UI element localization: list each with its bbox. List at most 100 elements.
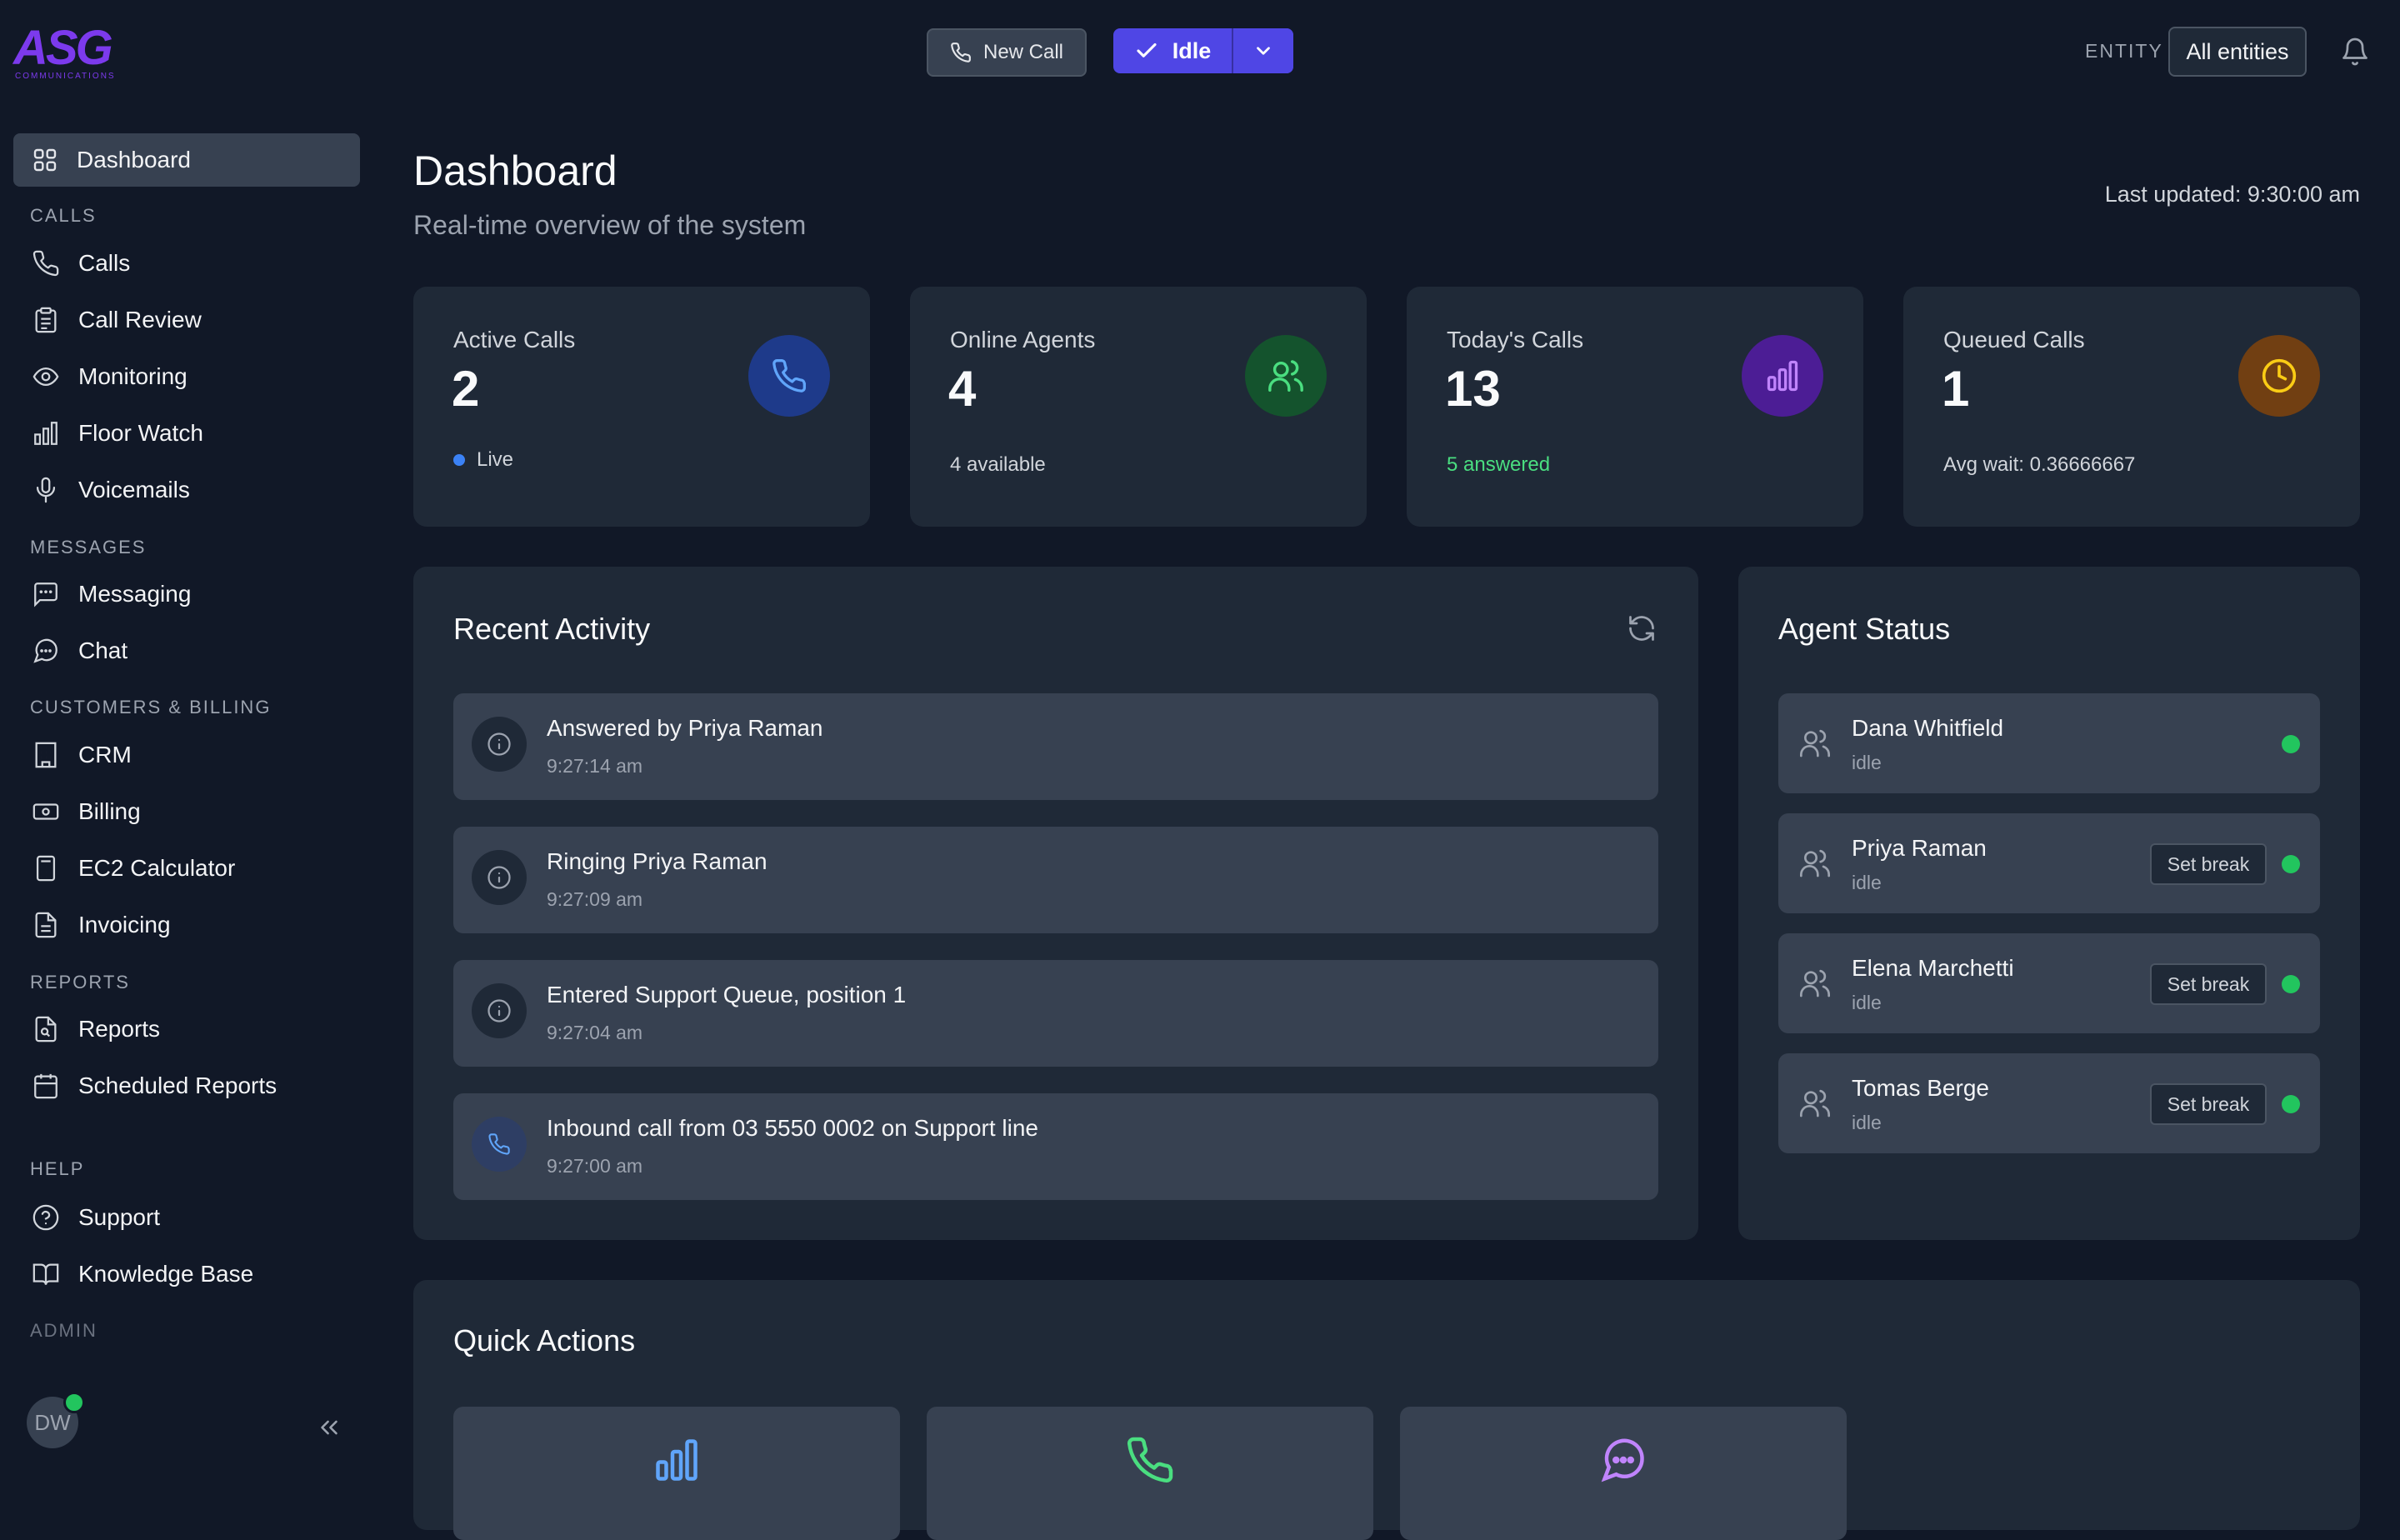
activity-text: Inbound call from 03 5550 0002 on Suppor… bbox=[547, 1115, 1038, 1141]
stat-sub-text: 5 answered bbox=[1447, 453, 1551, 476]
microphone-icon bbox=[32, 476, 60, 504]
phone-icon bbox=[927, 1435, 1373, 1485]
sidebar-item-call-review[interactable]: Call Review bbox=[32, 303, 202, 337]
quick-action-reports[interactable] bbox=[453, 1407, 900, 1540]
sidebar-item-invoicing[interactable]: Invoicing bbox=[32, 908, 171, 942]
sidebar-item-label: EC2 Calculator bbox=[78, 855, 236, 881]
agent-online-dot bbox=[2282, 735, 2300, 753]
set-break-button[interactable]: Set break bbox=[2150, 1083, 2267, 1125]
status-button[interactable]: Idle bbox=[1113, 28, 1232, 73]
info-icon bbox=[472, 717, 527, 772]
book-icon bbox=[32, 1260, 60, 1288]
bar-chart-icon bbox=[32, 419, 60, 448]
entity-select[interactable]: All entities bbox=[2168, 27, 2307, 77]
sidebar-item-label: Dashboard bbox=[77, 147, 191, 172]
sidebar-item-messaging[interactable]: Messaging bbox=[32, 578, 191, 611]
set-break-button[interactable]: Set break bbox=[2150, 963, 2267, 1005]
building-icon bbox=[32, 741, 60, 769]
agent-status-panel: Agent Status Dana Whitfield idle Priya R… bbox=[1738, 567, 2360, 1240]
sidebar-item-reports[interactable]: Reports bbox=[32, 1012, 160, 1046]
stat-sub-text: Avg wait: 0.36666667 bbox=[1943, 453, 2136, 476]
page-title: Dashboard bbox=[413, 148, 618, 194]
sidebar-item-scheduled-reports[interactable]: Scheduled Reports bbox=[32, 1069, 277, 1102]
chat-bubble-icon bbox=[32, 637, 60, 665]
activity-text: Ringing Priya Raman bbox=[547, 848, 768, 874]
phone-icon bbox=[950, 42, 972, 63]
online-status-dot bbox=[63, 1392, 85, 1413]
sidebar-item-label: Voicemails bbox=[78, 477, 190, 502]
quick-actions-title: Quick Actions bbox=[453, 1323, 636, 1358]
users-icon bbox=[1798, 1087, 1832, 1120]
last-updated: Last updated: 9:30:00 am bbox=[2104, 182, 2360, 207]
section-label-help: HELP bbox=[30, 1158, 85, 1179]
message-circle-icon bbox=[1400, 1435, 1847, 1485]
sidebar-item-crm[interactable]: CRM bbox=[32, 738, 132, 772]
sidebar-item-label: Floor Watch bbox=[78, 420, 203, 446]
logo-text: ASG bbox=[13, 21, 113, 75]
chevron-down-icon bbox=[1252, 40, 1274, 62]
page-subtitle: Real-time overview of the system bbox=[413, 210, 807, 240]
agent-online-dot bbox=[2282, 975, 2300, 993]
new-call-button[interactable]: New Call bbox=[927, 28, 1087, 77]
calendar-icon bbox=[32, 1072, 60, 1100]
agent-online-dot bbox=[2282, 855, 2300, 873]
set-break-button[interactable]: Set break bbox=[2150, 843, 2267, 885]
sidebar-item-knowledge-base[interactable]: Knowledge Base bbox=[32, 1258, 253, 1291]
sidebar-item-calls[interactable]: Calls bbox=[32, 247, 130, 280]
activity-item: Inbound call from 03 5550 0002 on Suppor… bbox=[453, 1093, 1658, 1200]
bar-chart-icon bbox=[1742, 335, 1823, 417]
recent-activity-title: Recent Activity bbox=[453, 612, 651, 646]
stat-label: Today's Calls bbox=[1447, 327, 1584, 352]
sidebar-item-label: Support bbox=[78, 1204, 161, 1230]
stat-value: 4 bbox=[948, 361, 977, 417]
sidebar-item-billing[interactable]: Billing bbox=[32, 795, 141, 828]
activity-time: 9:27:14 am bbox=[547, 755, 643, 777]
agent-status-control[interactable]: Idle bbox=[1113, 28, 1293, 73]
sidebar-item-chat[interactable]: Chat bbox=[32, 634, 128, 668]
agent-name: Dana Whitfield bbox=[1852, 715, 2004, 741]
help-circle-icon bbox=[32, 1203, 60, 1232]
sidebar-item-label: Billing bbox=[78, 798, 141, 824]
sidebar-item-monitoring[interactable]: Monitoring bbox=[32, 360, 188, 393]
agent-row: Priya Raman idle Set break bbox=[1778, 813, 2320, 913]
clipboard-icon bbox=[32, 306, 60, 334]
agent-state: idle bbox=[1852, 1112, 1882, 1133]
agent-name: Tomas Berge bbox=[1852, 1075, 1989, 1101]
sidebar-item-label: CRM bbox=[78, 742, 132, 768]
section-label-reports: REPORTS bbox=[30, 972, 130, 992]
file-text-icon bbox=[32, 911, 60, 939]
users-icon bbox=[1798, 727, 1832, 760]
sidebar-item-support[interactable]: Support bbox=[32, 1201, 160, 1234]
activity-time: 9:27:04 am bbox=[547, 1022, 643, 1043]
status-dropdown-button[interactable] bbox=[1232, 28, 1293, 73]
sidebar-item-dashboard[interactable]: Dashboard bbox=[13, 133, 360, 187]
collapse-sidebar-icon[interactable] bbox=[315, 1413, 343, 1442]
agent-status-title: Agent Status bbox=[1778, 612, 1951, 646]
brand-logo[interactable]: ASG COMMUNICATIONS bbox=[13, 23, 138, 87]
refresh-icon[interactable] bbox=[1627, 613, 1657, 643]
sidebar-item-floor-watch[interactable]: Floor Watch bbox=[32, 417, 203, 450]
check-icon bbox=[1134, 38, 1159, 63]
stat-label: Online Agents bbox=[950, 327, 1096, 352]
quick-action-new-call[interactable] bbox=[927, 1407, 1373, 1540]
stat-card-active-calls: Active Calls 2 Live bbox=[413, 287, 870, 527]
bell-icon[interactable] bbox=[2340, 37, 2370, 67]
file-search-icon bbox=[32, 1015, 60, 1043]
activity-item: Entered Support Queue, position 1 9:27:0… bbox=[453, 960, 1658, 1067]
sidebar-item-label: Knowledge Base bbox=[78, 1261, 254, 1287]
agent-row: Dana Whitfield idle bbox=[1778, 693, 2320, 793]
section-label-customers-billing: CUSTOMERS & BILLING bbox=[30, 697, 272, 718]
agent-row: Tomas Berge idle Set break bbox=[1778, 1053, 2320, 1153]
agent-state: idle bbox=[1852, 752, 1882, 773]
status-label: Idle bbox=[1172, 38, 1212, 63]
stat-label: Queued Calls bbox=[1943, 327, 2085, 352]
clock-icon bbox=[2238, 335, 2320, 417]
quick-action-messaging[interactable] bbox=[1400, 1407, 1847, 1540]
sidebar-item-voicemails[interactable]: Voicemails bbox=[32, 473, 190, 507]
sidebar-item-label: Chat bbox=[78, 638, 128, 663]
sidebar-item-ec2-calculator[interactable]: EC2 Calculator bbox=[32, 852, 235, 885]
sidebar-item-label: Invoicing bbox=[78, 912, 171, 938]
sidebar-item-label: Calls bbox=[78, 250, 131, 276]
stat-sub: Live bbox=[453, 448, 513, 472]
sidebar-item-label: Monitoring bbox=[78, 363, 188, 389]
